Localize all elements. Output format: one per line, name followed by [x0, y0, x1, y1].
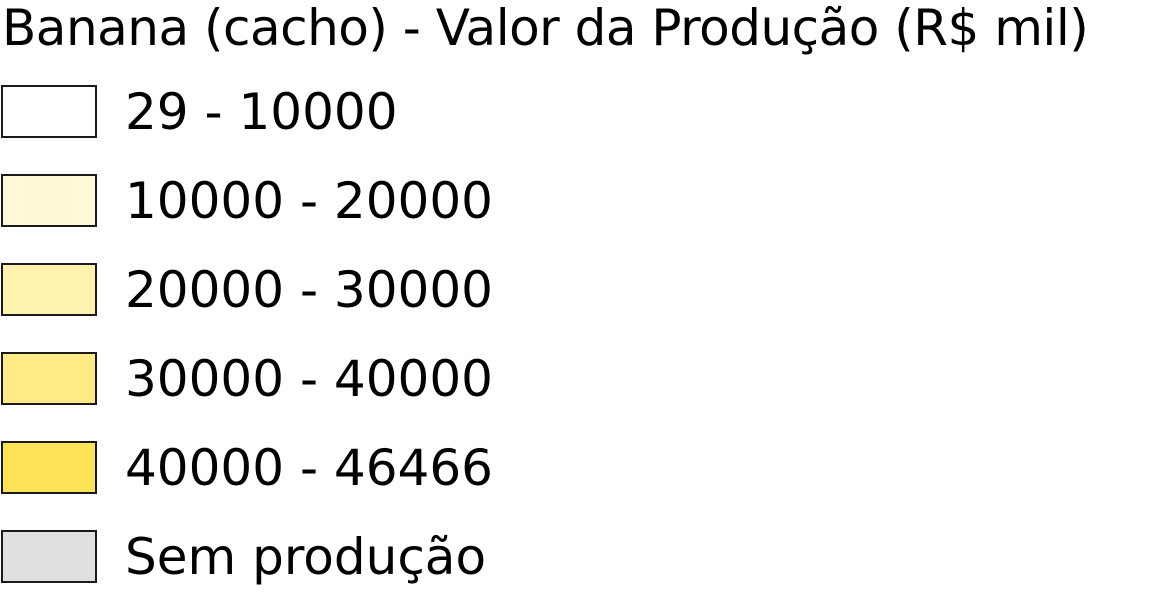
legend-swatch	[1, 352, 97, 405]
legend-title: Banana (cacho) - Valor da Produção (R$ m…	[2, 0, 1089, 57]
legend-item: 30000 - 40000	[0, 350, 700, 408]
legend-item-label: 29 - 10000	[125, 83, 398, 141]
legend-swatch	[1, 85, 97, 138]
legend-item: 10000 - 20000	[0, 172, 700, 230]
legend-item: 20000 - 30000	[0, 261, 700, 319]
legend-item-label: Sem produção	[125, 528, 487, 586]
legend-item: 29 - 10000	[0, 83, 700, 141]
legend-swatch	[1, 441, 97, 494]
legend-swatch	[1, 530, 97, 583]
legend-item: 40000 - 46466	[0, 439, 700, 497]
legend-swatch	[1, 263, 97, 316]
legend-item-label: 10000 - 20000	[125, 172, 493, 230]
legend-item-label: 30000 - 40000	[125, 350, 493, 408]
legend-item-label: 40000 - 46466	[125, 439, 493, 497]
legend-swatch	[1, 174, 97, 227]
legend-item-label: 20000 - 30000	[125, 261, 493, 319]
legend-item: Sem produção	[0, 528, 700, 586]
